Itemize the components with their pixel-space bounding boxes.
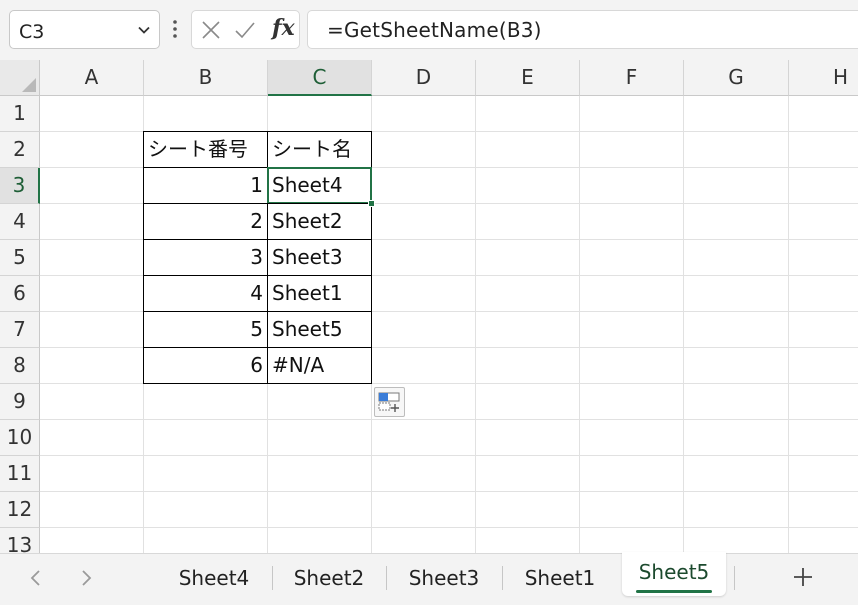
table-header-sheet-number[interactable]: シート番号 xyxy=(143,131,268,168)
sheet-tab-label: Sheet5 xyxy=(638,560,710,584)
column-header-c[interactable]: C xyxy=(268,60,372,96)
row-header-10[interactable]: 10 xyxy=(0,420,40,456)
sheet-name-cell[interactable]: Sheet2 xyxy=(267,203,372,240)
gridline-vertical xyxy=(788,96,789,553)
excel-window: C3 fx =GetSheetName(B3) ABCDEFGH12345678… xyxy=(0,0,858,605)
table-header-sheet-name[interactable]: シート名 xyxy=(267,131,372,168)
row-header-11[interactable]: 11 xyxy=(0,456,40,492)
formula-bar-area: C3 fx =GetSheetName(B3) xyxy=(0,0,858,60)
sheet-name-cell[interactable]: Sheet5 xyxy=(267,311,372,348)
chevron-right-icon[interactable] xyxy=(76,566,96,590)
sheet-number-cell[interactable]: 3 xyxy=(143,239,268,276)
gridline-vertical xyxy=(475,96,476,553)
gridline-horizontal xyxy=(40,455,858,456)
row-header-7[interactable]: 7 xyxy=(0,312,40,348)
enter-check-icon[interactable] xyxy=(234,19,256,41)
row-header-5[interactable]: 5 xyxy=(0,240,40,276)
sheet-tab-bar: Sheet4 Sheet2 Sheet3 Sheet1 Sheet5 xyxy=(0,552,858,605)
column-header-e[interactable]: E xyxy=(476,60,580,96)
sheet-tab-sheet2[interactable]: Sheet2 xyxy=(272,554,386,602)
column-header-d[interactable]: D xyxy=(372,60,476,96)
select-all-corner[interactable] xyxy=(0,60,40,96)
active-cell-c3[interactable]: Sheet4 xyxy=(267,167,372,204)
column-header-f[interactable]: F xyxy=(580,60,684,96)
function-icon[interactable]: fx xyxy=(272,15,295,41)
sheet-number-cell[interactable]: 5 xyxy=(143,311,268,348)
row-header-3[interactable]: 3 xyxy=(0,168,40,204)
fill-handle[interactable] xyxy=(368,200,375,207)
sheet-number-cell[interactable]: 6 xyxy=(143,347,268,384)
formula-text[interactable]: =GetSheetName(B3) xyxy=(327,18,542,42)
gridline-horizontal xyxy=(40,491,858,492)
sheet-number-cell[interactable]: 4 xyxy=(143,275,268,312)
row-header-9[interactable]: 9 xyxy=(0,384,40,420)
active-tab-underline xyxy=(636,590,712,593)
sheet-name-cell[interactable]: #N/A xyxy=(267,347,372,384)
cancel-x-icon[interactable] xyxy=(200,19,222,41)
gridline-horizontal xyxy=(40,527,858,528)
column-header-a[interactable]: A xyxy=(40,60,144,96)
row-header-8[interactable]: 8 xyxy=(0,348,40,384)
sheet-tab-sheet4[interactable]: Sheet4 xyxy=(156,554,272,602)
sheet-number-cell[interactable]: 2 xyxy=(143,203,268,240)
gridline-vertical xyxy=(683,96,684,553)
name-box[interactable]: C3 xyxy=(9,10,160,49)
sheet-tab-label: Sheet2 xyxy=(293,566,365,590)
sheet-number-cell[interactable]: 1 xyxy=(143,167,268,204)
row-header-4[interactable]: 4 xyxy=(0,204,40,240)
row-header-12[interactable]: 12 xyxy=(0,492,40,528)
sheet-tab-label: Sheet1 xyxy=(524,566,596,590)
chevron-down-icon[interactable] xyxy=(137,23,151,37)
add-sheet-icon[interactable] xyxy=(790,564,816,590)
row-header-1[interactable]: 1 xyxy=(0,96,40,132)
sheet-tab-sheet1[interactable]: Sheet1 xyxy=(502,554,618,602)
row-header-2[interactable]: 2 xyxy=(0,132,40,168)
worksheet-grid[interactable]: A B C D E F G H 1 2 3 4 5 6 7 8 9 10 11 12 13 シート番号 シート名 1 Sheet… xyxy=(0,60,858,553)
column-header-g[interactable]: G xyxy=(684,60,789,96)
sheet-tab-sheet5[interactable]: Sheet5 xyxy=(622,552,726,596)
vertical-dots-icon[interactable] xyxy=(170,18,180,40)
row-header-6[interactable]: 6 xyxy=(0,276,40,312)
formula-buttons: fx xyxy=(191,10,300,49)
tab-separator xyxy=(734,566,735,590)
name-box-value[interactable]: C3 xyxy=(19,21,44,43)
row-header-13[interactable]: 13 xyxy=(0,528,40,553)
sheet-name-cell[interactable]: Sheet1 xyxy=(267,275,372,312)
sheet-name-cell[interactable]: Sheet3 xyxy=(267,239,372,276)
gridline-vertical xyxy=(579,96,580,553)
sheet-tab-sheet3[interactable]: Sheet3 xyxy=(386,554,502,602)
chevron-left-icon[interactable] xyxy=(26,566,46,590)
column-header-b[interactable]: B xyxy=(144,60,268,96)
column-header-h[interactable]: H xyxy=(789,60,858,96)
sheet-tab-label: Sheet3 xyxy=(408,566,480,590)
formula-input[interactable]: =GetSheetName(B3) xyxy=(307,10,858,49)
gridline-horizontal xyxy=(40,419,858,420)
sheet-tab-label: Sheet4 xyxy=(178,566,250,590)
quick-analysis-icon[interactable] xyxy=(374,387,405,417)
